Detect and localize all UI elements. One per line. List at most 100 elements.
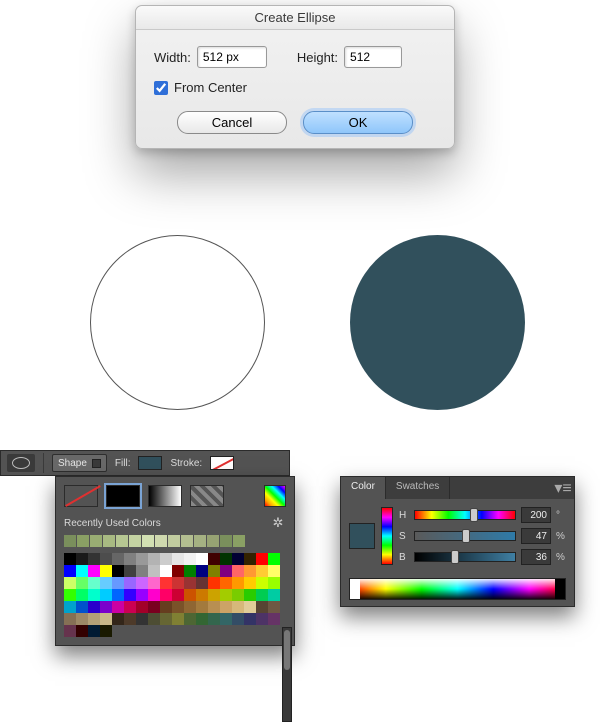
palette-color-swatch[interactable]	[124, 601, 136, 613]
recent-color-swatch[interactable]	[90, 535, 102, 547]
palette-color-swatch[interactable]	[88, 625, 100, 637]
recent-color-swatch[interactable]	[155, 535, 167, 547]
palette-color-swatch[interactable]	[220, 577, 232, 589]
palette-color-swatch[interactable]	[208, 565, 220, 577]
fill-swatch[interactable]	[138, 456, 162, 470]
palette-color-swatch[interactable]	[220, 553, 232, 565]
palette-color-swatch[interactable]	[244, 601, 256, 613]
palette-color-swatch[interactable]	[268, 601, 280, 613]
palette-color-swatch[interactable]	[124, 589, 136, 601]
recent-color-swatch[interactable]	[116, 535, 128, 547]
palette-color-swatch[interactable]	[124, 577, 136, 589]
palette-color-swatch[interactable]	[184, 577, 196, 589]
palette-color-swatch[interactable]	[160, 565, 172, 577]
width-input[interactable]	[197, 46, 267, 68]
palette-color-swatch[interactable]	[76, 565, 88, 577]
palette-color-swatch[interactable]	[76, 577, 88, 589]
palette-color-swatch[interactable]	[100, 589, 112, 601]
from-center-checkbox[interactable]	[154, 81, 168, 95]
tool-mode-dropdown[interactable]: Shape	[52, 454, 107, 472]
palette-color-swatch[interactable]	[112, 589, 124, 601]
palette-color-swatch[interactable]	[148, 613, 160, 625]
palette-color-swatch[interactable]	[184, 553, 196, 565]
brightness-slider[interactable]	[414, 552, 516, 562]
palette-color-swatch[interactable]	[148, 577, 160, 589]
palette-color-swatch[interactable]	[232, 553, 244, 565]
brightness-value[interactable]	[521, 549, 551, 565]
recent-color-swatch[interactable]	[207, 535, 219, 547]
palette-color-swatch[interactable]	[64, 589, 76, 601]
palette-color-swatch[interactable]	[196, 577, 208, 589]
palette-color-swatch[interactable]	[160, 553, 172, 565]
palette-color-swatch[interactable]	[160, 601, 172, 613]
panel-flyout-icon[interactable]: ▾≡	[552, 477, 574, 499]
palette-color-swatch[interactable]	[88, 553, 100, 565]
saturation-value[interactable]	[521, 528, 551, 544]
palette-color-swatch[interactable]	[76, 589, 88, 601]
palette-color-swatch[interactable]	[184, 565, 196, 577]
palette-color-swatch[interactable]	[196, 601, 208, 613]
palette-color-swatch[interactable]	[148, 601, 160, 613]
palette-color-swatch[interactable]	[100, 613, 112, 625]
recent-color-swatch[interactable]	[181, 535, 193, 547]
palette-color-swatch[interactable]	[124, 613, 136, 625]
palette-color-swatch[interactable]	[100, 625, 112, 637]
palette-color-swatch[interactable]	[148, 565, 160, 577]
palette-color-swatch[interactable]	[268, 589, 280, 601]
palette-color-swatch[interactable]	[244, 589, 256, 601]
palette-color-swatch[interactable]	[112, 601, 124, 613]
palette-color-swatch[interactable]	[232, 565, 244, 577]
palette-color-swatch[interactable]	[268, 553, 280, 565]
palette-color-swatch[interactable]	[232, 601, 244, 613]
hue-strip-vertical[interactable]	[381, 507, 393, 565]
recent-color-swatch[interactable]	[233, 535, 245, 547]
hue-slider[interactable]	[414, 510, 516, 520]
palette-color-swatch[interactable]	[208, 589, 220, 601]
palette-color-swatch[interactable]	[88, 565, 100, 577]
palette-color-swatch[interactable]	[244, 613, 256, 625]
palette-color-swatch[interactable]	[220, 565, 232, 577]
palette-color-swatch[interactable]	[172, 553, 184, 565]
palette-color-swatch[interactable]	[136, 589, 148, 601]
recent-color-swatch[interactable]	[129, 535, 141, 547]
palette-color-swatch[interactable]	[268, 577, 280, 589]
palette-color-swatch[interactable]	[160, 589, 172, 601]
color-picker-icon[interactable]	[264, 485, 286, 507]
palette-color-swatch[interactable]	[64, 625, 76, 637]
palette-color-swatch[interactable]	[172, 577, 184, 589]
palette-color-swatch[interactable]	[244, 565, 256, 577]
palette-color-swatch[interactable]	[244, 553, 256, 565]
palette-color-swatch[interactable]	[184, 601, 196, 613]
palette-color-swatch[interactable]	[208, 577, 220, 589]
recent-color-swatch[interactable]	[142, 535, 154, 547]
palette-color-swatch[interactable]	[100, 577, 112, 589]
palette-color-swatch[interactable]	[88, 613, 100, 625]
palette-color-swatch[interactable]	[232, 577, 244, 589]
color-spectrum-bar[interactable]	[349, 578, 566, 600]
recent-color-swatch[interactable]	[220, 535, 232, 547]
palette-color-swatch[interactable]	[100, 553, 112, 565]
palette-color-swatch[interactable]	[124, 553, 136, 565]
palette-scrollbar[interactable]	[282, 627, 292, 722]
palette-color-swatch[interactable]	[172, 589, 184, 601]
palette-color-swatch[interactable]	[64, 601, 76, 613]
height-input[interactable]	[344, 46, 402, 68]
palette-color-swatch[interactable]	[244, 577, 256, 589]
ellipse-tool-icon[interactable]	[7, 454, 35, 472]
palette-color-swatch[interactable]	[100, 565, 112, 577]
palette-color-swatch[interactable]	[256, 601, 268, 613]
palette-color-swatch[interactable]	[256, 553, 268, 565]
fill-type-pattern[interactable]	[190, 485, 224, 507]
palette-color-swatch[interactable]	[208, 553, 220, 565]
palette-color-swatch[interactable]	[124, 565, 136, 577]
cancel-button[interactable]: Cancel	[177, 111, 287, 134]
palette-color-swatch[interactable]	[88, 601, 100, 613]
palette-color-swatch[interactable]	[256, 577, 268, 589]
recent-color-swatch[interactable]	[103, 535, 115, 547]
palette-color-swatch[interactable]	[220, 613, 232, 625]
hue-value[interactable]	[521, 507, 551, 523]
ok-button[interactable]: OK	[303, 111, 413, 134]
recent-color-swatch[interactable]	[64, 535, 76, 547]
palette-color-swatch[interactable]	[64, 553, 76, 565]
foreground-color-swatch[interactable]	[349, 523, 375, 549]
